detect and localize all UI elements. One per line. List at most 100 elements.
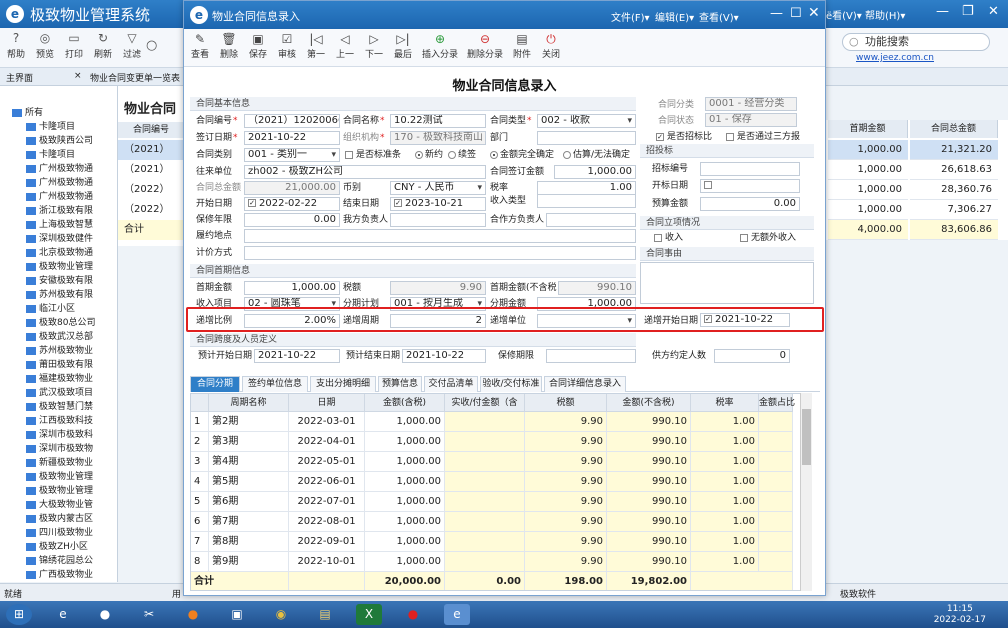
- checkbox-income[interactable]: 收入: [654, 231, 683, 245]
- minimize-icon[interactable]: —: [936, 4, 949, 19]
- checkbox-no-extra-income[interactable]: 无额外收入: [740, 231, 796, 245]
- delete-row-button[interactable]: ⊖ 删除分录: [463, 32, 507, 60]
- qq-icon[interactable]: ●: [92, 604, 118, 625]
- field-contract-type[interactable]: 002 - 收款: [537, 114, 636, 128]
- field-bid-open-date[interactable]: [700, 179, 800, 193]
- grid-cell[interactable]: 5: [191, 492, 209, 512]
- tree-item[interactable]: 极致物业管理: [26, 484, 93, 498]
- next-button[interactable]: ▷ 下一: [360, 32, 388, 60]
- tools-icon[interactable]: ✂: [136, 604, 162, 625]
- tree-item[interactable]: 极致陕西公司: [26, 134, 93, 148]
- field-tax-rate[interactable]: 1.00: [537, 181, 636, 195]
- grid-cell[interactable]: 3: [191, 452, 209, 472]
- tree-item[interactable]: 安徽极致有限: [26, 274, 93, 288]
- app-menu[interactable]: ë看(V)▾ 帮助(H)▾: [826, 7, 905, 22]
- close-icon[interactable]: ✕: [988, 4, 999, 19]
- tab-detail[interactable]: 合同详细信息录入: [544, 376, 626, 392]
- tree-item[interactable]: 莆田极致有限: [26, 358, 93, 372]
- grid-cell[interactable]: 2: [191, 432, 209, 452]
- field-contract-name[interactable]: 10.22测试: [390, 114, 486, 128]
- grid-cell[interactable]: 9.90: [525, 452, 607, 472]
- tree-item[interactable]: 广州极致物通: [26, 190, 93, 204]
- audit-button[interactable]: ☑ 审核: [273, 32, 301, 60]
- tab-contract-change-list[interactable]: 物业合同变更单一览表: [90, 71, 180, 84]
- grid-cell[interactable]: [759, 472, 793, 492]
- field-sign-date[interactable]: 2021-10-22: [244, 131, 340, 145]
- tree-item[interactable]: 苏州极致有限: [26, 288, 93, 302]
- grid-cell[interactable]: [445, 472, 525, 492]
- grid-cell[interactable]: 990.10: [607, 552, 691, 572]
- grid-cell[interactable]: 1,000.00: [365, 412, 445, 432]
- firefox-icon[interactable]: ●: [180, 604, 206, 625]
- scrollbar-thumb[interactable]: [802, 409, 811, 465]
- tree-item[interactable]: 极致80总公司: [26, 316, 95, 330]
- grid-cell[interactable]: 1,000.00: [365, 532, 445, 552]
- grid-cell[interactable]: [445, 552, 525, 572]
- refresh-button[interactable]: ↻ 刷新: [89, 31, 117, 60]
- grid-cell[interactable]: [759, 512, 793, 532]
- tree-item[interactable]: 广州极致物通: [26, 162, 93, 176]
- grid-cell[interactable]: [759, 532, 793, 552]
- attachment-button[interactable]: ▤ 附件: [508, 32, 536, 60]
- field-warranty-period[interactable]: [546, 349, 636, 363]
- field-first-amount-excl-tax[interactable]: 990.10: [558, 281, 636, 295]
- checkbox-third-party[interactable]: 是否通过三方报: [726, 130, 800, 144]
- field-reason[interactable]: [640, 262, 814, 304]
- grid-cell[interactable]: 2022-03-01: [289, 412, 365, 432]
- explorer-icon[interactable]: ▤: [312, 604, 338, 625]
- tab-detail[interactable]: 签约单位信息: [242, 376, 308, 392]
- last-button[interactable]: ▷| 最后: [389, 32, 417, 60]
- field-pre-end[interactable]: 2021-10-22: [402, 349, 486, 363]
- field-contract-state[interactable]: 01 - 保存: [705, 113, 797, 127]
- grid-cell[interactable]: 第6期: [209, 492, 289, 512]
- grid-cell[interactable]: 9.90: [525, 432, 607, 452]
- dialog-close-icon[interactable]: ✕: [808, 5, 820, 21]
- grid-cell[interactable]: 2022-09-01: [289, 532, 365, 552]
- grid-cell[interactable]: 1,000.00: [365, 452, 445, 472]
- tree-item[interactable]: 大极致物业管: [26, 498, 93, 512]
- radio-renew[interactable]: 续签: [448, 148, 476, 162]
- tab-detail[interactable]: 支出分摊明细: [310, 376, 376, 392]
- tree-item[interactable]: 上海极致智慧: [26, 218, 93, 232]
- grid-cell[interactable]: 9.90: [525, 492, 607, 512]
- first-button[interactable]: |◁ 第一: [302, 32, 330, 60]
- checkbox-bid[interactable]: ✓ 是否招标比: [656, 130, 712, 144]
- grid-cell[interactable]: 2022-07-01: [289, 492, 365, 512]
- field-tax[interactable]: 9.90: [390, 281, 486, 295]
- tree-item[interactable]: 极致内蒙古区: [26, 512, 93, 526]
- insert-row-button[interactable]: ⊕ 插入分录: [418, 32, 462, 60]
- view-button[interactable]: ✎ 查看: [186, 32, 214, 60]
- field-partner[interactable]: zh002 - 极致ZH公司: [244, 165, 486, 179]
- field-end-date[interactable]: ✓ 2023-10-21: [390, 197, 486, 211]
- grid-cell[interactable]: 1.00: [691, 532, 759, 552]
- function-search-input[interactable]: ○ 功能搜索: [842, 33, 990, 51]
- tree-item[interactable]: 四川极致物业: [26, 526, 93, 540]
- network-icon[interactable]: ▣: [224, 604, 250, 625]
- record-icon[interactable]: ●: [400, 604, 426, 625]
- tree-item[interactable]: 广州极致物通: [26, 176, 93, 190]
- dialog-minimize-icon[interactable]: —: [770, 6, 783, 21]
- field-contract-no[interactable]: （2021）12020066: [244, 114, 340, 128]
- tab-detail[interactable]: 验收/交付标准: [480, 376, 542, 392]
- grid-scrollbar[interactable]: [800, 393, 812, 591]
- grid-cell[interactable]: 1: [191, 412, 209, 432]
- tree-item[interactable]: 卡隆项目: [26, 148, 75, 162]
- tab-detail[interactable]: 交付品清单: [424, 376, 478, 392]
- grid-cell[interactable]: 1.00: [691, 412, 759, 432]
- grid-cell[interactable]: [759, 492, 793, 512]
- grid-cell[interactable]: 9.90: [525, 552, 607, 572]
- field-pricing[interactable]: [244, 246, 636, 260]
- grid-cell[interactable]: [759, 552, 793, 572]
- tree-item[interactable]: 新疆极致物业: [26, 456, 93, 470]
- menu-edit[interactable]: 编辑(E)▾: [655, 9, 694, 24]
- grid-cell[interactable]: 2022-04-01: [289, 432, 365, 452]
- list-row[interactable]: （2022）: [118, 200, 184, 220]
- grid-cell[interactable]: 2022-05-01: [289, 452, 365, 472]
- field-first-amount[interactable]: 1,000.00: [244, 281, 340, 295]
- field-place[interactable]: [244, 229, 636, 243]
- grid-cell[interactable]: 2022-08-01: [289, 512, 365, 532]
- grid-cell[interactable]: 9.90: [525, 472, 607, 492]
- tree-item[interactable]: 极致物业管理: [26, 260, 93, 274]
- tab-main[interactable]: 主界面: [6, 71, 33, 84]
- field-our-manager[interactable]: [390, 213, 486, 227]
